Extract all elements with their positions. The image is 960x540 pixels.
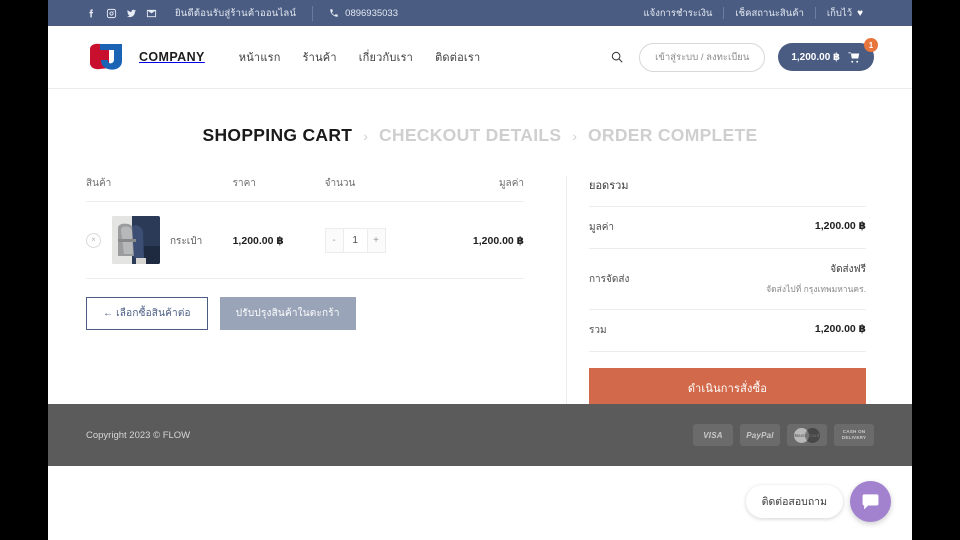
cart-total-label: 1,200.00 ฿ (791, 51, 840, 63)
totals-title: ยอดรวม (589, 176, 866, 207)
remove-item-icon[interactable]: × (86, 232, 101, 248)
nav-item-home[interactable]: หน้าแรก (239, 48, 281, 66)
phone-icon (330, 9, 338, 17)
column-product: สินค้า (86, 176, 233, 202)
step-order-complete[interactable]: ORDER COMPLETE (588, 125, 757, 146)
cash-on-delivery-badge: CASH ON DELIVERY (834, 424, 874, 446)
site-logo[interactable]: COMPANY (86, 42, 205, 72)
logo-mark-icon (86, 42, 132, 72)
product-name[interactable]: กระเป๋า (170, 236, 202, 247)
subtotal-label: มูลค่า (589, 222, 615, 233)
cart-button[interactable]: 1,200.00 ฿ 1 (778, 38, 878, 71)
twitter-icon[interactable] (126, 8, 137, 19)
cell-quantity: - 1 + (324, 201, 425, 279)
shipping-detail: จัดส่งฟรี จัดส่งไปที่ กรุงเทพมหานคร. (766, 262, 866, 296)
shipping-value: จัดส่งฟรี (830, 264, 866, 275)
checkout-breadcrumb: SHOPPING CART › CHECKOUT DETAILS › ORDER… (86, 89, 874, 176)
product-price: 1,200.00 ฿ (232, 235, 284, 247)
cart-layout: สินค้า ราคา จำนวน มูลค่า × กระเป๋า 1,200… (86, 176, 874, 408)
browser-viewport: ยินดีต้อนรับสู่ร้านค้าออนไลน์ 0896935033… (48, 0, 912, 540)
proceed-to-checkout-button[interactable]: ดำเนินการสั่งซื้อ (589, 368, 866, 408)
totals-row-subtotal: มูลค่า 1,200.00 ฿ (589, 207, 866, 249)
step-separator-icon: › (572, 127, 577, 144)
email-icon[interactable] (146, 8, 157, 19)
quantity-decrease-button[interactable]: - (326, 229, 343, 252)
mastercard-badge: MasterCard (787, 424, 827, 446)
logo-text: COMPANY (139, 50, 205, 64)
login-register-button[interactable]: เข้าสู่ระบบ / ลงทะเบียน (639, 42, 766, 72)
cart-icon (848, 52, 860, 63)
site-footer: Copyright 2023 © FLOW VISA PayPal Master… (48, 404, 912, 466)
product-thumbnail[interactable] (112, 216, 160, 264)
mastercard-icon: MasterCard (794, 427, 820, 443)
column-price: ราคา (232, 176, 325, 202)
chat-label[interactable]: ติดต่อสอบถาม (745, 485, 843, 518)
subtotal-value: 1,200.00 ฿ (814, 220, 866, 232)
facebook-icon[interactable] (86, 8, 97, 19)
step-checkout-details[interactable]: CHECKOUT DETAILS (379, 125, 561, 146)
shipping-address-note: จัดส่งไปที่ กรุงเทพมหานคร. (766, 284, 866, 294)
update-cart-button[interactable]: ปรับปรุงสินค้าในตะกร้า (219, 297, 356, 330)
nav-item-about[interactable]: เกี่ยวกับเรา (359, 48, 413, 66)
totals-row-total: รวม 1,200.00 ฿ (589, 310, 866, 352)
chat-bubble-icon (862, 494, 879, 510)
step-separator-icon: › (363, 127, 368, 144)
welcome-text: ยินดีต้อนรับสู่ร้านค้าออนไลน์ (175, 7, 297, 19)
cell-thumbnail (112, 201, 170, 279)
paypal-badge: PayPal (740, 424, 780, 446)
topbar-links: แจ้งการชำระเงิน เช็คสถานะสินค้า เก็บไว้ … (633, 6, 875, 21)
chat-button[interactable] (850, 481, 891, 522)
topbar-link-wishlist[interactable]: เก็บไว้ ♥ (816, 6, 874, 21)
site-header: COMPANY หน้าแรก ร้านค้า เกี่ยวกับเรา ติด… (48, 26, 912, 89)
header-actions: เข้าสู่ระบบ / ลงทะเบียน 1,200.00 ฿ 1 (608, 38, 878, 72)
continue-shopping-button[interactable]: ← เลือกซื้อสินค้าต่อ (86, 297, 208, 330)
phone-number[interactable]: 0896935033 (329, 8, 398, 19)
cart-count-badge: 1 (864, 38, 878, 52)
copyright-text: Copyright 2023 © FLOW (86, 429, 191, 441)
heart-icon: ♥ (857, 7, 863, 19)
topbar-link-order-status[interactable]: เช็คสถานะสินค้า (724, 6, 815, 21)
topbar-divider (312, 5, 314, 21)
search-icon[interactable] (608, 48, 626, 66)
shipping-label: การจัดส่ง (589, 273, 630, 285)
cart-table: สินค้า ราคา จำนวน มูลค่า × กระเป๋า 1,200… (86, 176, 524, 279)
total-label: รวม (589, 325, 607, 336)
cart-totals-panel: ยอดรวม มูลค่า 1,200.00 ฿ การจัดส่ง จัดส่… (566, 176, 866, 408)
payment-methods: VISA PayPal MasterCard CASH ON DELIVERY (693, 424, 874, 446)
cell-subtotal: 1,200.00 ฿ (424, 201, 524, 279)
instagram-icon[interactable] (106, 8, 117, 19)
quantity-value[interactable]: 1 (342, 228, 368, 252)
topbar-link-payment-notify[interactable]: แจ้งการชำระเงิน (633, 6, 724, 21)
cell-product-name: กระเป๋า (170, 201, 233, 279)
nav-item-shop[interactable]: ร้านค้า (303, 48, 337, 66)
social-links (86, 8, 157, 19)
nav-item-contact[interactable]: ติดต่อเรา (435, 48, 480, 66)
visa-badge: VISA (693, 424, 733, 446)
phone-label: 0896935033 (345, 7, 398, 19)
cell-unit-price: 1,200.00 ฿ (232, 201, 325, 279)
column-quantity: จำนวน (324, 176, 425, 202)
total-value: 1,200.00 ฿ (814, 323, 866, 335)
cart-items-panel: สินค้า ราคา จำนวน มูลค่า × กระเป๋า 1,200… (86, 176, 546, 408)
top-utility-bar: ยินดีต้อนรับสู่ร้านค้าออนไลน์ 0896935033… (48, 0, 912, 26)
cart-actions: ← เลือกซื้อสินค้าต่อ ปรับปรุงสินค้าในตะก… (86, 279, 524, 330)
product-subtotal: 1,200.00 ฿ (472, 235, 524, 247)
main-nav: หน้าแรก ร้านค้า เกี่ยวกับเรา ติดต่อเรา (239, 48, 481, 66)
cell-remove: × (86, 201, 112, 279)
quantity-increase-button[interactable]: + (368, 229, 385, 252)
main-content: SHOPPING CART › CHECKOUT DETAILS › ORDER… (48, 89, 912, 408)
step-shopping-cart[interactable]: SHOPPING CART (203, 125, 353, 146)
column-subtotal: มูลค่า (424, 176, 524, 202)
quantity-stepper[interactable]: - 1 + (324, 227, 386, 253)
wishlist-label: เก็บไว้ (826, 7, 853, 19)
table-row: × กระเป๋า 1,200.00 ฿ - 1 + 1,200.00 ฿ (86, 201, 524, 279)
chat-widget[interactable]: ติดต่อสอบถาม (745, 481, 891, 522)
totals-row-shipping: การจัดส่ง จัดส่งฟรี จัดส่งไปที่ กรุงเทพม… (589, 249, 866, 310)
cart-table-header: สินค้า ราคา จำนวน มูลค่า (86, 176, 524, 202)
